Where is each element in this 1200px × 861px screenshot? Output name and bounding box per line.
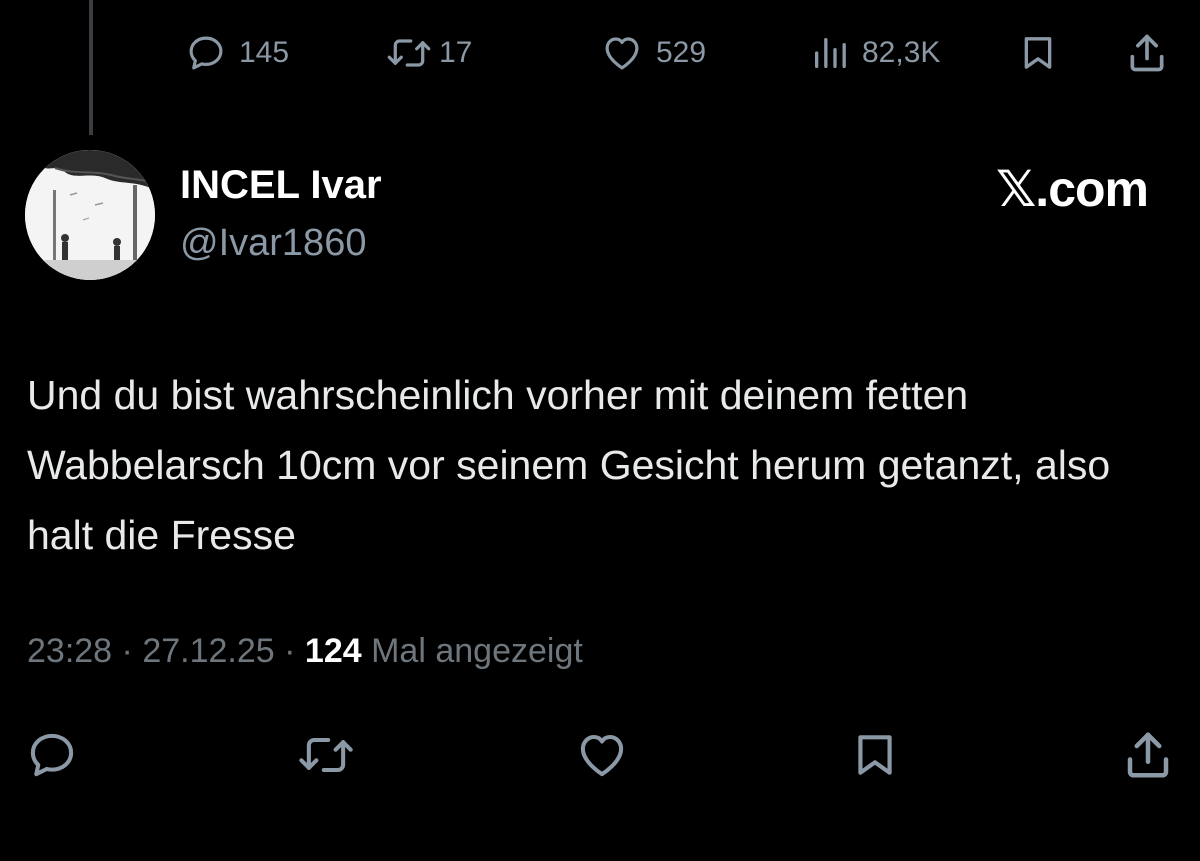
reply-icon [30,733,74,777]
meta-separator: · [284,632,296,670]
repost-button[interactable]: 17 [385,30,472,76]
share-icon [1127,732,1169,778]
tweet-time[interactable]: 23:28 [27,632,112,670]
repost-button[interactable] [296,725,356,785]
tweet-views-count: 124 [304,632,362,670]
views-icon [815,38,846,69]
repost-icon [387,39,431,67]
previous-tweet-action-bar: 145 17 529 82,3K [0,0,1200,110]
tweet-text: Und du bist wahrscheinlich vorher mit de… [27,372,1111,558]
tweet-views-label: Mal angezeigt [371,632,583,670]
views-count: 82,3K [862,36,941,69]
reply-button[interactable] [22,725,82,785]
share-icon [1130,34,1164,72]
like-button[interactable] [572,725,632,785]
like-icon [605,37,639,70]
reply-count: 145 [239,36,290,69]
meta-separator: · [121,632,133,670]
brand-watermark: 𝕏.com [996,161,1149,217]
repost-icon [299,737,353,773]
bookmark-button[interactable] [1018,30,1058,76]
reply-button[interactable]: 145 [185,30,289,76]
author-handle[interactable]: @Ivar1860 [180,222,366,265]
repost-count: 17 [439,36,473,69]
author-display-name[interactable]: INCEL Ivar [180,163,382,208]
bookmark-icon [1024,37,1052,69]
avatar-image [25,150,155,280]
tweet-date[interactable]: 27.12.25 [142,632,274,670]
tweet-meta: 23:28 · 27.12.25 · 124 Mal angezeigt [27,632,583,671]
bookmark-button[interactable] [845,725,905,785]
like-button[interactable]: 529 [600,30,706,76]
bookmark-icon [858,735,892,775]
like-count: 529 [656,36,707,69]
like-icon [580,734,624,777]
share-button[interactable] [1118,725,1178,785]
tweet-action-bar [0,725,1200,785]
reply-icon [189,36,223,70]
share-button[interactable] [1125,30,1169,76]
avatar[interactable] [25,150,155,280]
views-button[interactable]: 82,3K [810,30,940,76]
